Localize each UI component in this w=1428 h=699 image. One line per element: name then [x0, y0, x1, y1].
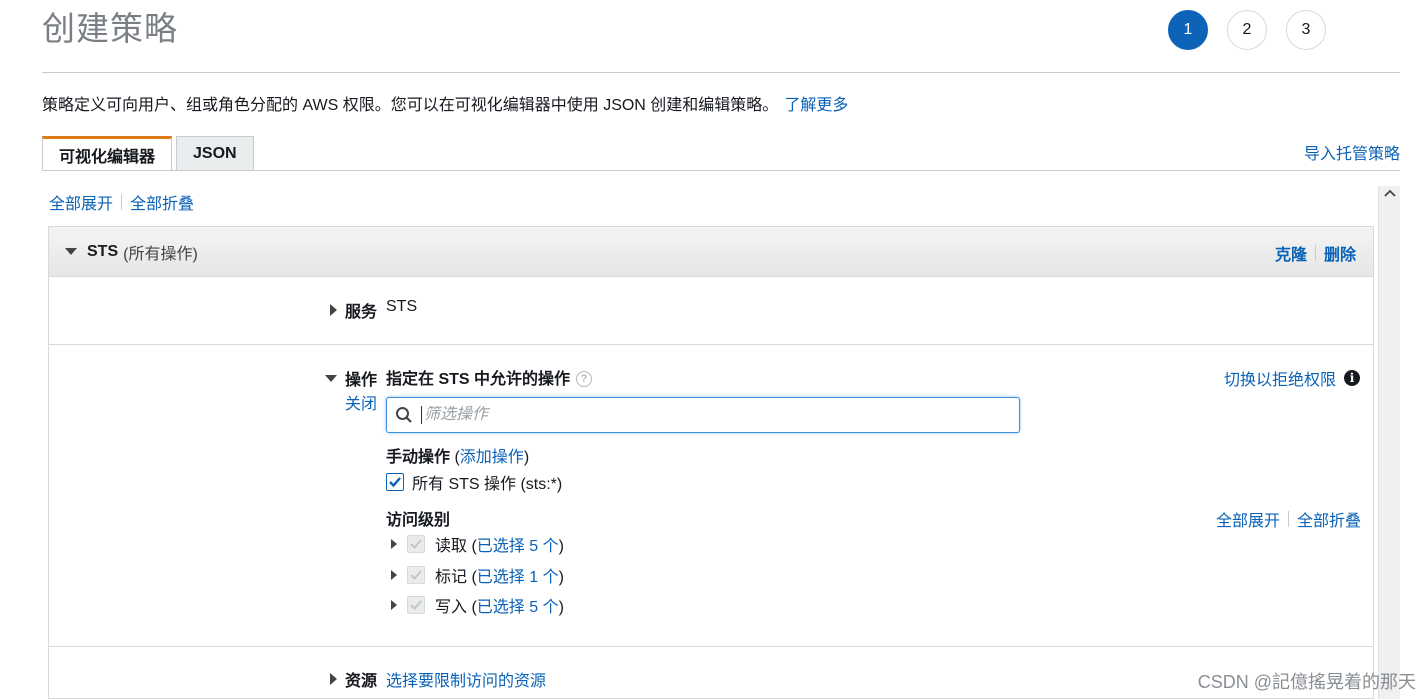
- intro-description: 策略定义可向用户、组或角色分配的 AWS 权限。您可以在可视化编辑器中使用 JS…: [42, 97, 779, 114]
- select-resources-link[interactable]: 选择要限制访问的资源: [386, 667, 546, 691]
- collapse-caret-icon[interactable]: [324, 374, 337, 382]
- access-expand-all-link[interactable]: 全部展开: [1216, 507, 1280, 531]
- actions-label: 操作: [344, 372, 377, 389]
- actions-label-group[interactable]: 操作: [317, 366, 377, 390]
- switch-deny-group: 切换以拒绝权限 i: [1224, 366, 1360, 390]
- scroll-up-icon[interactable]: [1384, 188, 1396, 200]
- expand-collapse-controls: 全部展开 全部折叠: [49, 190, 194, 214]
- switch-to-deny-link[interactable]: 切换以拒绝权限: [1224, 366, 1336, 390]
- step-1[interactable]: 1: [1168, 10, 1208, 50]
- search-icon: [396, 407, 412, 423]
- expand-caret-icon[interactable]: [391, 539, 397, 549]
- separator: [1287, 511, 1289, 527]
- paren-close: ): [558, 599, 564, 616]
- actions-close-link[interactable]: 关闭: [317, 390, 377, 414]
- service-label-group[interactable]: 服务: [317, 298, 377, 322]
- paren-open: (: [467, 599, 477, 616]
- all-actions-label: 所有 STS 操作 (sts:*): [412, 476, 563, 493]
- watermark: CSDN @記億搖晃着的那天: [1197, 672, 1416, 692]
- read-checkbox: [407, 535, 425, 553]
- actions-heading: 指定在 STS 中允许的操作: [386, 371, 571, 388]
- access-level-label: 访问级别: [386, 512, 451, 529]
- all-actions-checkbox[interactable]: [386, 473, 404, 491]
- scrollbar[interactable]: [1378, 186, 1400, 699]
- tab-json[interactable]: JSON: [176, 136, 254, 171]
- help-icon[interactable]: ?: [576, 371, 593, 387]
- tagging-selected-link[interactable]: 已选择 1 个: [477, 569, 559, 586]
- access-level-tagging[interactable]: 标记 (已选择 1 个): [391, 563, 564, 587]
- filter-actions-input[interactable]: [421, 406, 981, 424]
- service-label: 服务: [344, 304, 377, 321]
- actions-heading-group: 指定在 STS 中允许的操作?: [386, 365, 593, 389]
- manual-actions-label: 手动操作: [386, 449, 451, 466]
- all-actions-checkbox-row[interactable]: 所有 STS 操作 (sts:*): [386, 470, 562, 494]
- paren-close: ): [558, 538, 564, 555]
- step-3[interactable]: 3: [1286, 10, 1326, 50]
- info-icon[interactable]: i: [1344, 370, 1360, 386]
- tagging-checkbox: [407, 566, 425, 584]
- paren-open: (: [467, 538, 477, 555]
- collapse-caret-icon[interactable]: [65, 248, 77, 255]
- paren-close: ): [523, 449, 530, 466]
- page-title: 创建策略: [42, 10, 178, 47]
- statement-actions: 克隆 删除: [1275, 241, 1356, 265]
- tab-visual-editor[interactable]: 可视化编辑器: [42, 136, 173, 171]
- expand-caret-icon[interactable]: [391, 570, 397, 580]
- policy-statement-panel: STS (所有操作) 克隆 删除 服务 STS 操作 关闭 指定在 STS 中允…: [48, 226, 1374, 699]
- add-actions-link[interactable]: 添加操作: [460, 449, 524, 466]
- expand-caret-icon[interactable]: [391, 600, 397, 610]
- write-checkbox: [407, 596, 425, 614]
- collapse-all-link[interactable]: 全部折叠: [130, 190, 194, 214]
- service-value: STS: [386, 298, 418, 315]
- separator: [121, 194, 123, 210]
- write-selected-link[interactable]: 已选择 5 个: [477, 599, 559, 616]
- statement-service-name: STS: [87, 242, 119, 260]
- access-level-expand-controls: 全部展开 全部折叠: [1216, 507, 1361, 531]
- checkmark-icon: [410, 600, 422, 610]
- expand-caret-icon[interactable]: [329, 304, 337, 316]
- statement-header[interactable]: STS (所有操作) 克隆 删除: [49, 227, 1373, 277]
- tabs-divider: [42, 170, 1400, 171]
- expand-caret-icon[interactable]: [329, 673, 337, 685]
- access-level-write[interactable]: 写入 (已选择 5 个): [391, 593, 564, 617]
- access-collapse-all-link[interactable]: 全部折叠: [1297, 507, 1361, 531]
- clone-link[interactable]: 克隆: [1275, 241, 1307, 265]
- level-name: 读取: [435, 538, 468, 555]
- read-selected-link[interactable]: 已选择 5 个: [477, 538, 559, 555]
- separator: [1314, 245, 1316, 261]
- paren-close: ): [558, 569, 564, 586]
- delete-link[interactable]: 删除: [1324, 241, 1356, 265]
- checkmark-icon: [389, 477, 401, 488]
- learn-more-link[interactable]: 了解更多: [784, 97, 848, 114]
- import-managed-policy-link[interactable]: 导入托管策略: [1304, 140, 1400, 164]
- resource-label-group[interactable]: 资源: [317, 667, 377, 691]
- filter-actions-search[interactable]: [386, 397, 1020, 433]
- paren-open: (: [467, 569, 477, 586]
- access-level-read[interactable]: 读取 (已选择 5 个): [391, 532, 564, 556]
- step-2[interactable]: 2: [1227, 10, 1267, 50]
- step-indicator: 1 2 3: [1168, 10, 1428, 50]
- expand-all-link[interactable]: 全部展开: [49, 190, 113, 214]
- service-row: 服务 STS: [49, 277, 1373, 345]
- intro-text: 策略定义可向用户、组或角色分配的 AWS 权限。您可以在可视化编辑器中使用 JS…: [42, 91, 848, 115]
- resource-label: 资源: [344, 673, 377, 690]
- level-name: 写入: [435, 599, 468, 616]
- header-divider: [42, 72, 1400, 73]
- checkmark-icon: [410, 539, 422, 549]
- editor-tabs: 可视化编辑器 JSON: [42, 136, 258, 171]
- actions-row: 操作 关闭 指定在 STS 中允许的操作? 切换以拒绝权限 i 手动操作 (添加…: [49, 345, 1373, 647]
- manual-actions-group: 手动操作 (添加操作): [386, 443, 529, 467]
- checkmark-icon: [410, 570, 422, 580]
- resource-row: 资源 选择要限制访问的资源: [49, 647, 1373, 699]
- level-name: 标记: [435, 569, 468, 586]
- statement-service-suffix: (所有操作): [123, 245, 198, 263]
